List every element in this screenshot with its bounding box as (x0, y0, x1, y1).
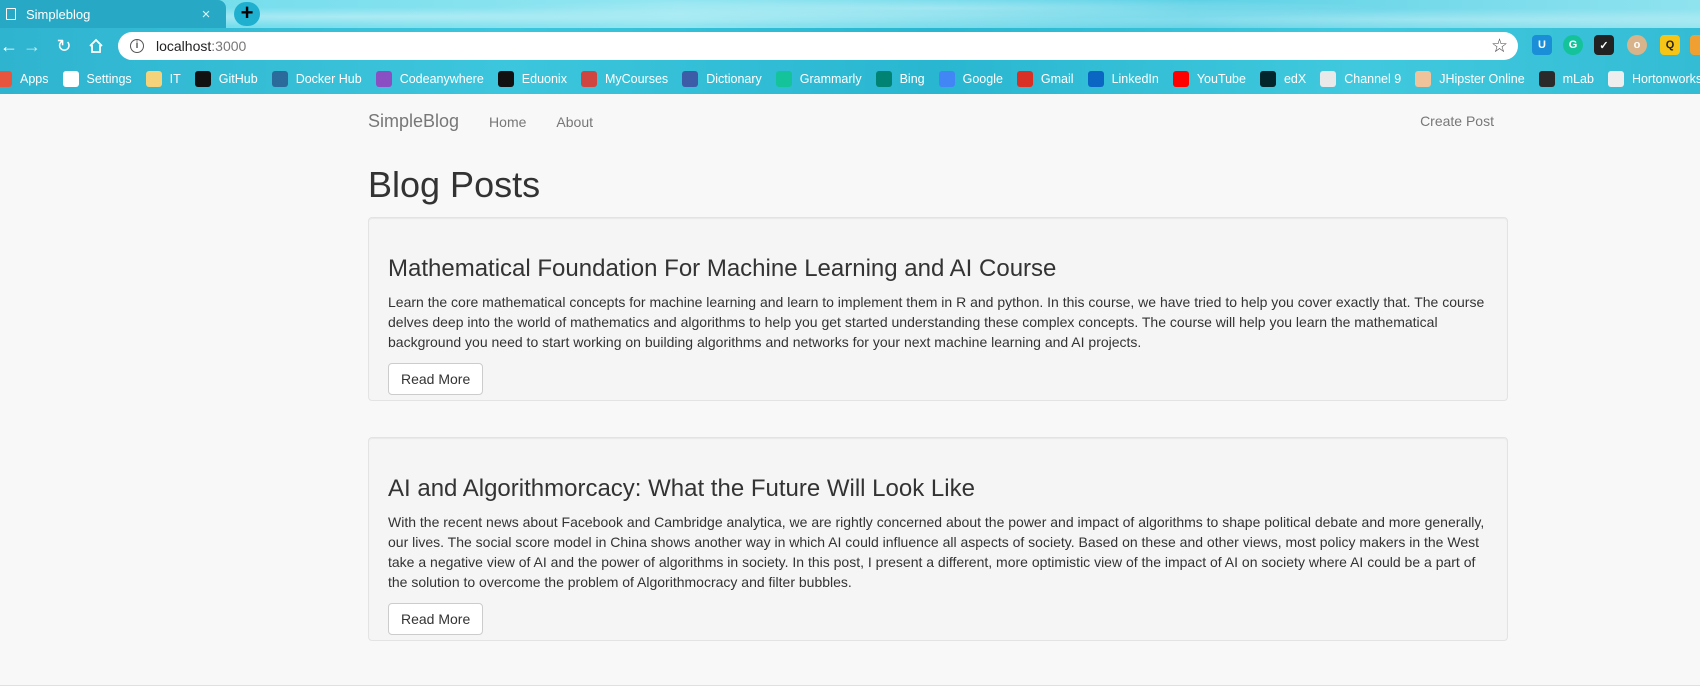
bookmark-settings[interactable]: Settings (62, 71, 132, 87)
youtube-icon (1172, 71, 1189, 87)
home-icon[interactable] (80, 32, 112, 60)
bookmark-edx[interactable]: edX (1259, 71, 1307, 87)
bookmark-label: Google (962, 72, 1003, 86)
bookmark-mycourses[interactable]: MyCourses (580, 71, 669, 87)
mycourses-icon (580, 71, 597, 87)
page-content: SimpleBlog Home About Create Post Blog P… (0, 94, 1700, 686)
docker-icon (271, 71, 288, 87)
channel9-icon (1320, 71, 1337, 87)
hortonworks-icon (1607, 71, 1624, 87)
tab-title: Simpleblog (26, 6, 91, 22)
page-icon (6, 8, 16, 20)
forward-arrow-icon[interactable]: → (16, 32, 48, 60)
cube-icon (375, 71, 392, 87)
google-icon (938, 71, 955, 87)
bookmark-dictionary[interactable]: Dictionary (682, 71, 762, 87)
post-title: Mathematical Foundation For Machine Lear… (388, 255, 1057, 282)
nav-about-link[interactable]: About (556, 114, 593, 130)
bookmark-hortonworks[interactable]: Hortonworks (1607, 71, 1700, 87)
gear-icon (62, 71, 79, 87)
read-more-button[interactable]: Read More (388, 363, 484, 396)
search-extension-icon[interactable]: Q (1660, 35, 1680, 55)
create-post-link[interactable]: Create Post (1420, 113, 1494, 129)
bookmark-linkedin[interactable]: LinkedIn (1087, 71, 1159, 87)
info-icon[interactable]: i (130, 39, 144, 53)
bookmark-label: Eduonix (521, 72, 567, 86)
bookmark-label: Gmail (1040, 72, 1074, 86)
linkedin-icon (1087, 71, 1104, 87)
bookmark-label: YouTube (1196, 72, 1246, 86)
bookmark-label: Docker Hub (295, 72, 362, 86)
bookmark-github[interactable]: GitHub (194, 71, 258, 87)
page-title: Blog Posts (368, 164, 541, 205)
bookmark-grammarly[interactable]: Grammarly (775, 71, 862, 87)
github-icon (194, 71, 211, 87)
bookmark-label: JHipster Online (1439, 72, 1525, 86)
bookmark-label: Codeanywhere (399, 72, 484, 86)
post-body: With the recent news about Facebook and … (388, 514, 1485, 591)
bookmarks-bar: Apps Settings IT GitHub Docker Hub Codeanywhe… (0, 64, 1700, 94)
grammarly-icon (775, 71, 792, 87)
bookmark-apps[interactable]: Apps (0, 71, 49, 87)
post-card: AI and Algorithmorcacy: What the Future … (368, 437, 1508, 641)
site-brand[interactable]: SimpleBlog (368, 111, 459, 132)
gmail-icon (1016, 71, 1033, 87)
bookmark-eduonix[interactable]: Eduonix (497, 71, 567, 87)
reload-icon[interactable]: ↻ (48, 32, 80, 60)
jhipster-icon (1415, 71, 1432, 87)
browser-chrome: Simpleblog × + ← → ↻ i localhost:3000 ☆ … (0, 0, 1700, 94)
close-icon[interactable]: × (198, 6, 214, 23)
bookmark-label: IT (169, 72, 181, 86)
edx-icon (1259, 71, 1276, 87)
url-port: :3000 (211, 38, 247, 54)
extension-edge-icon[interactable] (1690, 35, 1700, 55)
bookmark-label: MyCourses (604, 72, 669, 86)
post-body: Learn the core mathematical concepts for… (388, 294, 1485, 351)
eduonix-icon (497, 71, 514, 87)
apps-grid-icon (0, 71, 12, 87)
bookmark-google[interactable]: Google (938, 71, 1003, 87)
read-more-button[interactable]: Read More (388, 603, 484, 636)
bookmark-channel-9[interactable]: Channel 9 (1320, 71, 1401, 87)
bookmark-bing[interactable]: Bing (875, 71, 925, 87)
bookmark-label: Hortonworks (1631, 72, 1700, 86)
address-bar[interactable]: i localhost:3000 ☆ (118, 32, 1518, 60)
bookmark-label: Grammarly (799, 72, 862, 86)
bookmark-label: Settings (86, 72, 132, 86)
bookmark-label: edX (1283, 72, 1307, 86)
bookmark-label: Apps (20, 72, 49, 86)
bookmark-star-icon[interactable]: ☆ (1491, 35, 1508, 58)
browser-toolbar: ← → ↻ i localhost:3000 ☆ U G ✓ o Q (0, 28, 1700, 64)
back-arrow-icon[interactable]: ← (0, 32, 18, 60)
grammarly-extension-icon[interactable]: G (1563, 35, 1583, 55)
bookmark-docker-hub[interactable]: Docker Hub (271, 71, 362, 87)
post-card: Mathematical Foundation For Machine Lear… (368, 217, 1508, 401)
bookmark-label: Bing (899, 72, 925, 86)
bookmark-youtube[interactable]: YouTube (1172, 71, 1246, 87)
bookmark-it[interactable]: IT (145, 71, 181, 87)
checklist-extension-icon[interactable]: ✓ (1594, 35, 1614, 55)
post-title: AI and Algorithmorcacy: What the Future … (388, 475, 975, 502)
dictionary-icon (682, 71, 699, 87)
bookmark-gmail[interactable]: Gmail (1016, 71, 1074, 87)
bing-icon (875, 71, 892, 87)
bookmark-codeanywhere[interactable]: Codeanywhere (375, 71, 484, 87)
bookmark-label: Dictionary (706, 72, 762, 86)
browser-tab[interactable]: Simpleblog × (0, 0, 226, 28)
extension-u-icon[interactable]: U (1532, 35, 1552, 55)
extension-round-icon[interactable]: o (1627, 35, 1647, 55)
url-host: localhost (156, 38, 212, 54)
bookmark-jhipster-online[interactable]: JHipster Online (1415, 71, 1525, 87)
nav-home-link[interactable]: Home (489, 114, 526, 130)
bookmark-label: GitHub (218, 72, 258, 86)
new-tab-button[interactable]: + (234, 2, 260, 26)
folder-icon (145, 71, 162, 87)
mlab-icon (1538, 71, 1555, 87)
bookmark-label: Channel 9 (1344, 72, 1402, 86)
bookmark-label: LinkedIn (1111, 72, 1159, 86)
site-navbar: SimpleBlog Home About Create Post (368, 94, 1508, 149)
bookmark-label: mLab (1562, 72, 1594, 86)
bookmark-mlab[interactable]: mLab (1538, 71, 1594, 87)
